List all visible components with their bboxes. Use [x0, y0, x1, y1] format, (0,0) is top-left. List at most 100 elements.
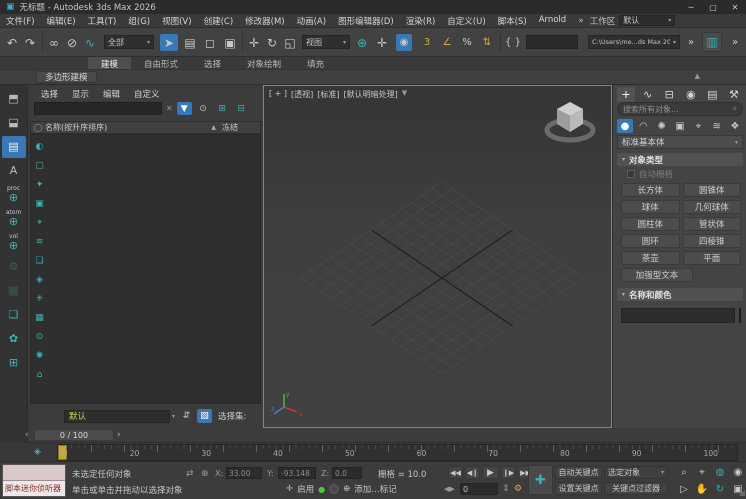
select-object-button[interactable]: ➤: [160, 34, 178, 51]
scene-explorer-toggle-icon[interactable]: ⬒: [2, 88, 26, 110]
grid-view-toggle-icon[interactable]: ▧: [197, 409, 212, 423]
z-coord-field[interactable]: [332, 467, 362, 479]
disabled-tool-icon-1[interactable]: ⚙: [2, 256, 26, 278]
viewport-label-segment[interactable]: [透视]: [291, 89, 313, 100]
particles-filter-icon[interactable]: ✺: [32, 346, 47, 365]
degradation-icon[interactable]: ✛: [286, 484, 293, 494]
menu-item[interactable]: 自定义(U): [441, 15, 491, 27]
layer-explorer-toggle-icon[interactable]: ⬓: [2, 112, 26, 134]
primitive-button[interactable]: 四棱锥: [683, 234, 742, 248]
zoom-extents-icon[interactable]: ◍: [712, 465, 728, 479]
viewport-layout-icon[interactable]: ▤: [2, 136, 26, 158]
primitive-button[interactable]: 长方体: [621, 183, 680, 197]
viewport-label-segment[interactable]: [ + ]: [269, 89, 287, 100]
bones-filter-icon[interactable]: ✳: [32, 289, 47, 308]
pin-a-icon[interactable]: A: [2, 160, 26, 182]
name-color-rollout[interactable]: ▾ 名称和颜色: [617, 288, 743, 301]
x-coord-field[interactable]: [226, 467, 262, 479]
previous-frame-button[interactable]: ◀❙: [465, 466, 480, 479]
redo-button[interactable]: ↷: [22, 34, 38, 51]
lights-category-icon[interactable]: ✺: [654, 119, 670, 133]
motion-tab-icon[interactable]: ◉: [682, 87, 700, 102]
selection-lock-icon[interactable]: ⇄: [186, 469, 194, 479]
create-tab-icon[interactable]: +: [617, 87, 635, 102]
layers-stack-icon[interactable]: ❏: [2, 304, 26, 326]
next-frame-button[interactable]: ❙▶: [501, 466, 516, 479]
status-dot-off-icon[interactable]: ◎: [329, 484, 339, 494]
freeze-column-header[interactable]: 冻结: [216, 122, 260, 133]
ribbon-tab[interactable]: 填充: [294, 57, 337, 69]
object-color-swatch[interactable]: [739, 308, 741, 323]
viewport-label-segment[interactable]: [标准]: [317, 89, 339, 100]
containers-filter-icon[interactable]: ▦: [32, 308, 47, 327]
current-frame-field[interactable]: [460, 483, 498, 495]
shapes-category-icon[interactable]: ◠: [635, 119, 651, 133]
cameras-filter-icon[interactable]: ▣: [32, 194, 47, 213]
proc-plus-icon[interactable]: proc ⊕: [2, 184, 26, 206]
primitive-button[interactable]: 几何球体: [683, 200, 742, 214]
explorer-menu-item[interactable]: 自定义: [127, 88, 167, 100]
enable-label[interactable]: 启用: [297, 483, 314, 495]
ribbon-tab[interactable]: 自由形式: [131, 57, 191, 69]
menu-item[interactable]: 文件(F): [0, 15, 41, 27]
menu-item[interactable]: 脚本(S): [492, 15, 533, 27]
expand-all-icon[interactable]: ⊞: [215, 102, 230, 115]
grid-gear-icon[interactable]: ⊞: [2, 352, 26, 374]
app-icon[interactable]: ▣: [6, 2, 15, 12]
menu-item[interactable]: 修改器(M): [239, 15, 290, 27]
cameras-category-icon[interactable]: ▣: [672, 119, 688, 133]
polygon-modeling-button[interactable]: 多边形建模: [36, 71, 97, 83]
selection-filter-dropdown[interactable]: 全部 ▾: [104, 35, 154, 49]
vol-plus-icon[interactable]: vol ⊕: [2, 232, 26, 254]
primitive-button[interactable]: 圆环: [621, 234, 680, 248]
modify-tab-icon[interactable]: ∿: [639, 87, 657, 102]
explorer-menu-item[interactable]: 编辑: [96, 88, 127, 100]
stack-toggle-icon[interactable]: ⇵: [179, 409, 194, 423]
rect-selection-region-button[interactable]: ◻: [202, 34, 218, 51]
previous-frame-icon[interactable]: ‹: [25, 430, 33, 440]
atom-plus-icon[interactable]: atom ⊕: [2, 208, 26, 230]
time-tag-icon[interactable]: ⊕: [343, 484, 350, 494]
maxscript-mini-listener[interactable]: 脚本迷你侦听器: [2, 464, 66, 497]
primitive-button[interactable]: 平面: [683, 251, 742, 265]
xrefs-filter-icon[interactable]: ◈: [32, 270, 47, 289]
search-objects-field[interactable]: 搜索所有对象... ⌕: [617, 102, 743, 116]
edit-named-sets-button[interactable]: { }: [505, 34, 521, 51]
explorer-menu-item[interactable]: 显示: [65, 88, 96, 100]
primitive-button[interactable]: 球体: [621, 200, 680, 214]
window-crossing-button[interactable]: ▣: [222, 34, 238, 51]
name-column-header[interactable]: 名称(按升序排序): [45, 122, 107, 133]
chevron-down-icon[interactable]: ▾: [172, 413, 175, 420]
minimize-button[interactable]: ─: [680, 3, 702, 12]
perspective-viewport[interactable]: [ + ][透视][标准][默认明暗处理] ▼ x y z: [263, 85, 612, 428]
lights-filter-icon[interactable]: ✦: [32, 175, 47, 194]
toggle-set-key-button[interactable]: ✚: [528, 465, 553, 495]
snap-toggle-3d-button[interactable]: 3: [420, 34, 434, 51]
menu-item[interactable]: 编辑(E): [41, 15, 82, 27]
biped-filter-icon[interactable]: ⌂: [32, 365, 47, 384]
transform-gizmo-icon[interactable]: ⊕: [201, 469, 209, 479]
zoom-all-icon[interactable]: ⌖: [694, 465, 710, 479]
zoom-icon[interactable]: ⌕: [676, 465, 692, 479]
add-time-tag[interactable]: 添加…标记: [354, 483, 397, 495]
materials-filter-icon[interactable]: ⊙: [32, 327, 47, 346]
play-button[interactable]: ▶: [482, 466, 499, 479]
render-setup-button[interactable]: ▥: [702, 32, 722, 52]
helpers-filter-icon[interactable]: ⌖: [32, 213, 47, 232]
key-filters-button[interactable]: 关键点过滤器: [604, 482, 668, 495]
object-type-rollout[interactable]: ▾ 对象类型: [617, 153, 743, 166]
ribbon-tab[interactable]: 对象绘制: [234, 57, 294, 69]
ribbon-collapse-icon[interactable]: ▲: [695, 72, 700, 80]
filter-funnel-button[interactable]: ▼: [177, 102, 192, 115]
menu-item[interactable]: 视图(V): [156, 15, 197, 27]
pan-icon[interactable]: ✋: [694, 482, 710, 496]
unlink-icon[interactable]: ⊘: [64, 34, 80, 51]
next-frame-icon[interactable]: ›: [117, 430, 125, 440]
rotate-button[interactable]: ↻: [264, 34, 280, 51]
explorer-object-list[interactable]: ◐▢✦▣⌖≋❏◈✳▦⊙✺⌂: [30, 134, 261, 404]
selected-objects-dropdown[interactable]: 选定对象 ▾: [604, 466, 668, 479]
mini-listener-script-line[interactable]: 脚本迷你侦听器: [3, 481, 65, 496]
pin-icon[interactable]: ⊕: [354, 34, 370, 51]
menu-item[interactable]: Arnold: [533, 15, 573, 27]
move-button[interactable]: ✛: [246, 34, 262, 51]
